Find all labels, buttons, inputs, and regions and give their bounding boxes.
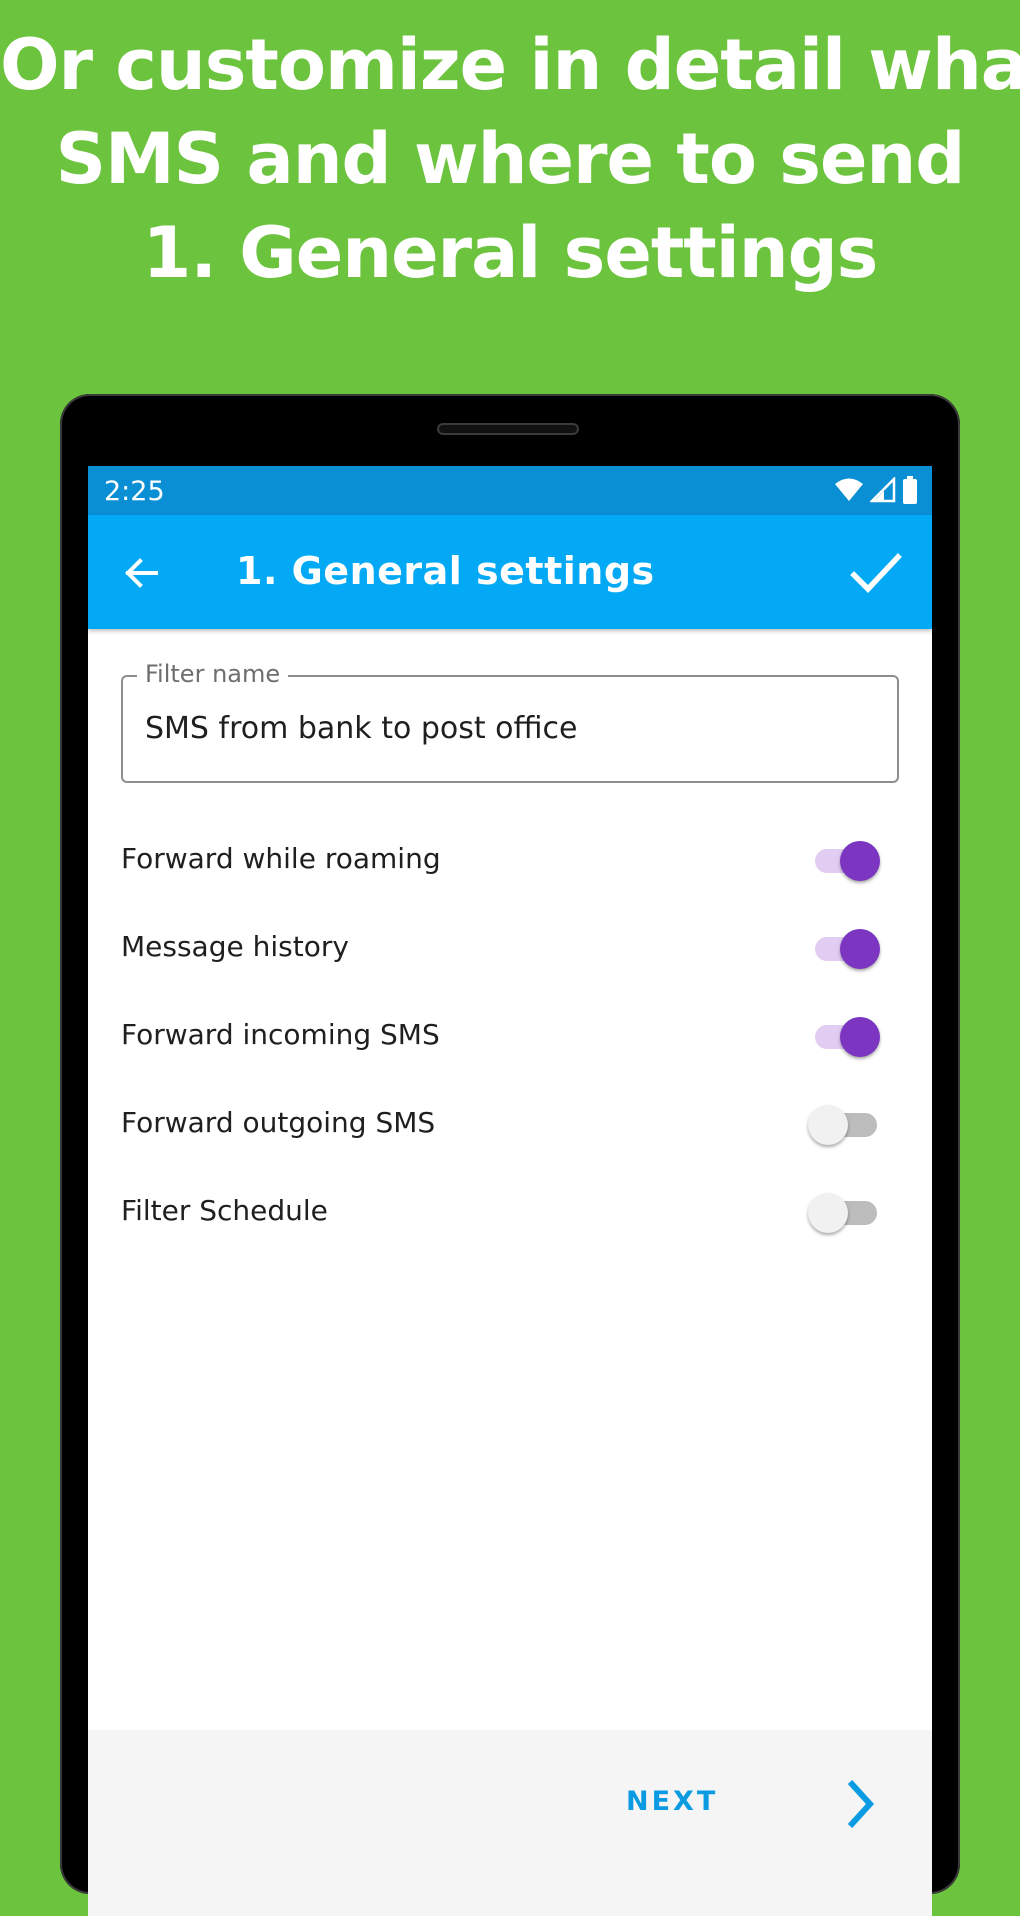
back-arrow-icon[interactable]	[122, 553, 162, 593]
phone-screen: 2:25 1. General settings Filter name SMS…	[88, 466, 932, 1916]
setting-row-forward-incoming-sms[interactable]: Forward incoming SMS	[88, 992, 932, 1080]
app-toolbar: 1. General settings	[88, 515, 932, 629]
setting-label: Filter Schedule	[121, 1194, 328, 1227]
setting-label: Forward outgoing SMS	[121, 1106, 436, 1139]
switch-thumb	[808, 1105, 848, 1145]
forward-while-roaming-switch[interactable]	[812, 840, 882, 881]
message-history-switch[interactable]	[812, 928, 882, 969]
setting-label: Forward incoming SMS	[121, 1018, 440, 1051]
switch-thumb	[808, 1193, 848, 1233]
switch-thumb	[840, 841, 880, 881]
setting-label: Message history	[121, 930, 349, 963]
switch-thumb	[840, 929, 880, 969]
signal-icon	[870, 477, 896, 503]
filter-name-label: Filter name	[137, 660, 289, 688]
toolbar-title: 1. General settings	[236, 549, 655, 593]
confirm-check-icon[interactable]	[850, 547, 902, 599]
switch-thumb	[840, 1017, 880, 1057]
setting-row-message-history[interactable]: Message history	[88, 904, 932, 992]
headline-line-2: SMS and where to send	[55, 118, 966, 200]
headline-line-3: 1. General settings	[142, 212, 879, 294]
status-time: 2:25	[104, 476, 165, 507]
headline-line-1: Or customize in detail what	[0, 24, 1020, 106]
forward-incoming-sms-switch[interactable]	[812, 1016, 882, 1057]
next-button[interactable]: NEXT	[626, 1774, 886, 1834]
next-label: NEXT	[626, 1786, 719, 1817]
chevron-right-icon	[847, 1779, 875, 1829]
phone-frame: 2:25 1. General settings Filter name SMS…	[60, 394, 960, 1916]
bottom-navigation-bar: NEXT	[88, 1730, 932, 1916]
filter-name-field[interactable]: Filter name SMS from bank to post office	[121, 660, 899, 783]
setting-row-forward-outgoing-sms[interactable]: Forward outgoing SMS	[88, 1080, 932, 1168]
filter-name-input[interactable]: SMS from bank to post office	[145, 711, 578, 746]
wifi-icon	[835, 478, 863, 501]
setting-row-filter-schedule[interactable]: Filter Schedule	[88, 1168, 932, 1256]
phone-speaker	[437, 423, 579, 435]
forward-outgoing-sms-switch[interactable]	[808, 1104, 882, 1145]
setting-label: Forward while roaming	[121, 842, 441, 875]
filter-schedule-switch[interactable]	[808, 1192, 882, 1233]
setting-row-forward-while-roaming[interactable]: Forward while roaming	[88, 816, 932, 904]
status-icons	[834, 476, 918, 504]
battery-icon	[903, 476, 917, 504]
promo-headline: Or customize in detail what SMS and wher…	[0, 18, 1020, 300]
status-bar: 2:25	[88, 466, 932, 515]
